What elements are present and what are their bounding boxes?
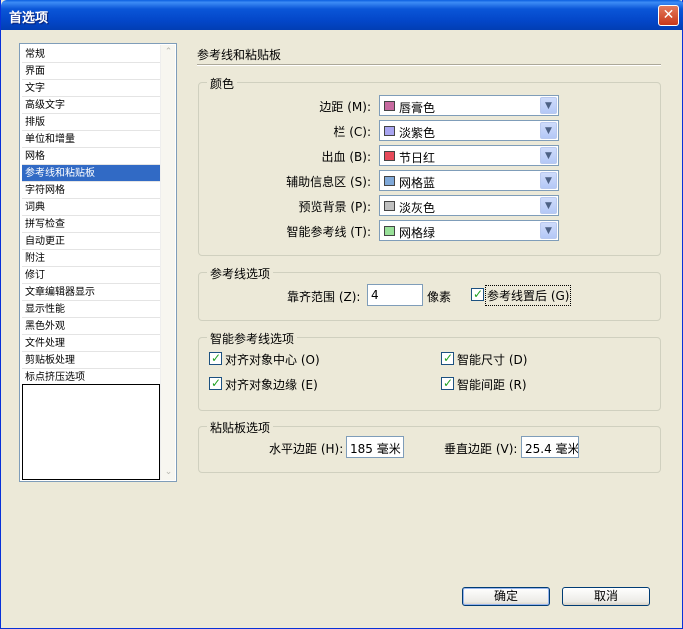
color-select[interactable]: 节日红 ▼ [379, 145, 559, 166]
category-item[interactable]: 排版 [22, 114, 160, 131]
guides-in-back-checkbox[interactable]: ✓ [471, 287, 484, 301]
ok-button[interactable]: 确定 [462, 587, 550, 606]
color-select[interactable]: 网格绿 ▼ [379, 220, 559, 241]
chevron-down-icon[interactable]: ▼ [540, 147, 557, 164]
cancel-button[interactable]: 取消 [562, 587, 650, 606]
category-item[interactable]: 网格 [22, 148, 160, 165]
smart-guide-options-group: 智能参考线选项 [198, 330, 661, 411]
category-list-empty-area [22, 384, 160, 480]
color-row-label: 预览背景 (P): [298, 200, 371, 214]
color-swatch-icon [384, 126, 395, 136]
pasteboard-options-label: 粘贴板选项 [207, 419, 274, 436]
category-item[interactable]: 显示性能 [22, 301, 160, 318]
chevron-down-icon[interactable]: ▼ [540, 222, 557, 239]
color-swatch-icon [384, 151, 395, 161]
chevron-down-icon[interactable]: ▼ [540, 97, 557, 114]
smart-spacing-checkbox[interactable]: ✓ [441, 376, 454, 390]
category-item[interactable]: 拼写检查 [22, 216, 160, 233]
snap-zone-unit: 像素 [427, 290, 452, 304]
category-item[interactable]: 文章编辑器显示 [22, 284, 160, 301]
color-select[interactable]: 淡灰色 ▼ [379, 195, 559, 216]
scroll-up-icon[interactable]: ⌃ [161, 45, 176, 60]
color-select-value: 节日红 [399, 151, 436, 165]
preferences-dialog: 首选项 ✕ 常规 界面 文字 高级文字 排版 单位和增量 网格 参考线和粘贴板 字符网格 词典 拼写… [0, 0, 683, 629]
color-select-value: 网格绿 [399, 226, 436, 240]
vertical-margin-label: 垂直边距 (V): [444, 442, 518, 456]
check-icon: ✓ [211, 351, 222, 365]
category-item[interactable]: 修订 [22, 267, 160, 284]
chevron-down-icon[interactable]: ▼ [540, 172, 557, 189]
guides-in-back-label[interactable]: 参考线置后 (G) [484, 285, 572, 306]
color-row-label: 辅助信息区 (S): [286, 175, 371, 189]
vertical-margin-input[interactable]: 25.4 毫米 [521, 436, 579, 458]
category-scrollbar[interactable]: ⌃ ⌄ [160, 45, 175, 480]
category-item[interactable]: 单位和增量 [22, 131, 160, 148]
category-item[interactable]: 字符网格 [22, 182, 160, 199]
snap-zone-input[interactable]: 4 [367, 284, 423, 306]
color-select-value: 网格蓝 [399, 176, 436, 190]
color-select[interactable]: 淡紫色 ▼ [379, 120, 559, 141]
smart-guide-options-label: 智能参考线选项 [207, 330, 298, 347]
window-title: 首选项 [9, 11, 49, 26]
chevron-down-icon[interactable]: ▼ [540, 122, 557, 139]
smart-spacing-label[interactable]: 智能间距 (R) [457, 376, 527, 393]
check-icon: ✓ [443, 351, 454, 365]
color-group-label: 颜色 [207, 75, 238, 92]
check-icon: ✓ [473, 287, 484, 301]
color-swatch-icon [384, 101, 395, 111]
align-object-center-label[interactable]: 对齐对象中心 (O) [225, 351, 320, 368]
category-item[interactable]: 词典 [22, 199, 160, 216]
snap-zone-label: 靠齐范围 (Z): [287, 290, 361, 304]
category-item[interactable]: 参考线和粘贴板 [22, 165, 160, 182]
title-bar[interactable]: 首选项 ✕ [1, 0, 683, 30]
category-list[interactable]: 常规 界面 文字 高级文字 排版 单位和增量 网格 参考线和粘贴板 字符网格 词典 拼写检查 自动更正… [19, 43, 177, 482]
horizontal-margin-input[interactable]: 185 毫米 [346, 436, 404, 458]
align-object-edges-label[interactable]: 对齐对象边缘 (E) [225, 376, 318, 393]
guide-options-label: 参考线选项 [207, 265, 274, 282]
category-item[interactable]: 常规 [22, 46, 160, 63]
color-select-value: 淡灰色 [399, 201, 436, 215]
category-item[interactable]: 高级文字 [22, 97, 160, 114]
check-icon: ✓ [211, 376, 222, 390]
align-object-edges-checkbox[interactable]: ✓ [209, 376, 222, 390]
category-item[interactable]: 文件处理 [22, 335, 160, 352]
color-select[interactable]: 网格蓝 ▼ [379, 170, 559, 191]
color-row-label: 边距 (M): [319, 100, 371, 114]
category-item[interactable]: 自动更正 [22, 233, 160, 250]
category-item[interactable]: 剪贴板处理 [22, 352, 160, 369]
scroll-down-icon[interactable]: ⌄ [161, 465, 176, 480]
category-item[interactable]: 界面 [22, 63, 160, 80]
color-row-label: 出血 (B): [321, 150, 371, 164]
pasteboard-options-group: 粘贴板选项 [198, 419, 661, 473]
smart-dimensions-checkbox[interactable]: ✓ [441, 351, 454, 365]
close-button[interactable]: ✕ [658, 5, 679, 26]
color-select[interactable]: 唇膏色 ▼ [379, 95, 559, 116]
align-object-center-checkbox[interactable]: ✓ [209, 351, 222, 365]
color-swatch-icon [384, 201, 395, 211]
category-item[interactable]: 黑色外观 [22, 318, 160, 335]
check-icon: ✓ [443, 376, 454, 390]
title-divider [197, 64, 661, 66]
color-select-value: 淡紫色 [399, 126, 436, 140]
color-row-label: 智能参考线 (T): [286, 225, 371, 239]
color-row-label: 栏 (C): [333, 125, 371, 139]
color-swatch-icon [384, 226, 395, 236]
horizontal-margin-label: 水平边距 (H): [269, 442, 344, 456]
category-item[interactable]: 附注 [22, 250, 160, 267]
smart-dimensions-label[interactable]: 智能尺寸 (D) [457, 351, 527, 368]
color-swatch-icon [384, 176, 395, 186]
page-title: 参考线和粘贴板 [197, 48, 282, 62]
chevron-down-icon[interactable]: ▼ [540, 197, 557, 214]
color-select-value: 唇膏色 [399, 101, 436, 115]
category-item[interactable]: 文字 [22, 80, 160, 97]
